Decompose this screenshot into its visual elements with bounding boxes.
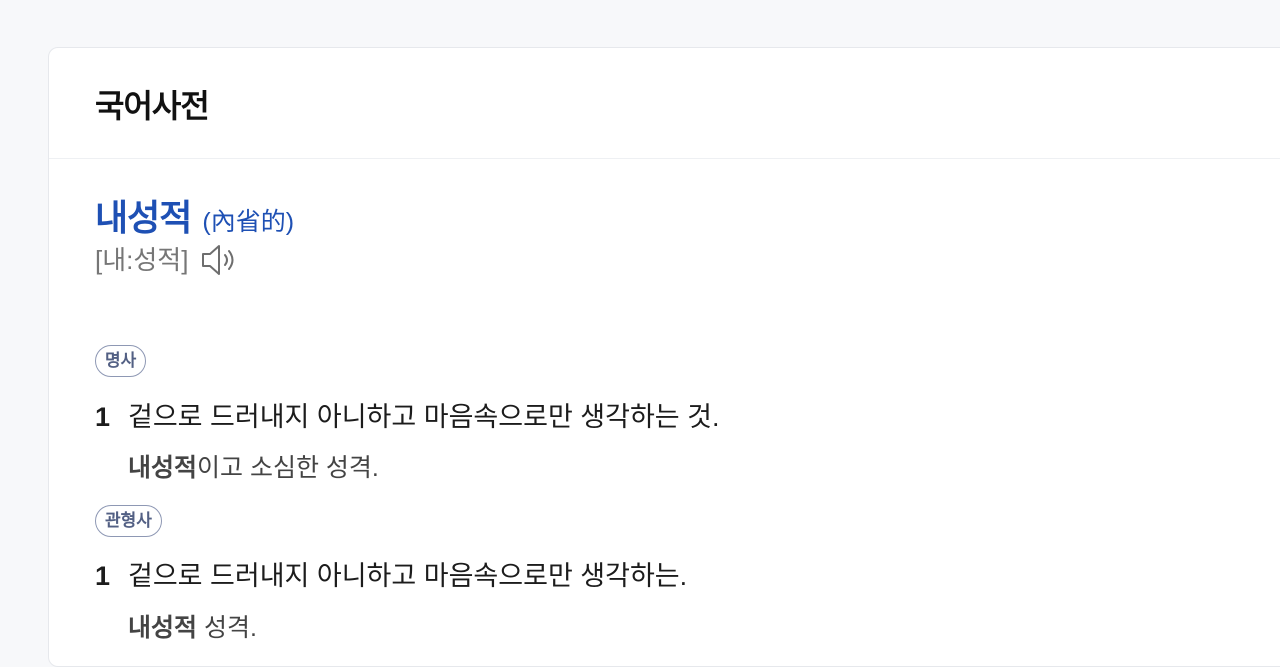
speaker-icon[interactable] (200, 242, 238, 278)
card-header: 국어사전 (49, 48, 1280, 159)
dictionary-entry: 내성적 (內省的) [내:성적] 명사 1 겉으로 드러내지 아니하고 마음속으… (95, 194, 1280, 642)
sense-number: 1 (95, 402, 111, 432)
sense-item: 1 겉으로 드러내지 아니하고 마음속으로만 생각하는 것. (95, 397, 720, 437)
sense-item: 1 겉으로 드러내지 아니하고 마음속으로만 생각하는. (95, 556, 687, 596)
headword[interactable]: 내성적 (95, 194, 192, 242)
pos-badge-noun: 명사 (95, 345, 147, 377)
example-sentence: 내성적 성격. (128, 608, 257, 648)
sense-definition: 겉으로 드러내지 아니하고 마음속으로만 생각하는. (128, 561, 688, 591)
card-title: 국어사전 (95, 88, 210, 124)
example-headword: 내성적 (128, 614, 198, 642)
pronunciation-row: [내:성적] (95, 240, 1280, 280)
example-text: 이고 소심한 성격. (197, 454, 379, 482)
pos-badge-determiner: 관형사 (95, 505, 162, 537)
sense-number: 1 (95, 561, 111, 591)
example-text: 성격. (197, 614, 257, 642)
speaker-icon-svg (202, 245, 234, 275)
example-sentence: 내성적이고 소심한 성격. (128, 448, 379, 488)
sense-definition: 겉으로 드러내지 아니하고 마음속으로만 생각하는 것. (128, 402, 720, 432)
headword-row: 내성적 (內省的) (95, 194, 1280, 242)
hanja-origin: (內省的) (202, 208, 295, 236)
example-headword: 내성적 (128, 454, 198, 482)
dictionary-card: 국어사전 내성적 (內省的) [내:성적] 명사 1 겉으로 드러내지 아니하고… (48, 47, 1280, 667)
pronunciation: [내:성적] (95, 245, 189, 275)
